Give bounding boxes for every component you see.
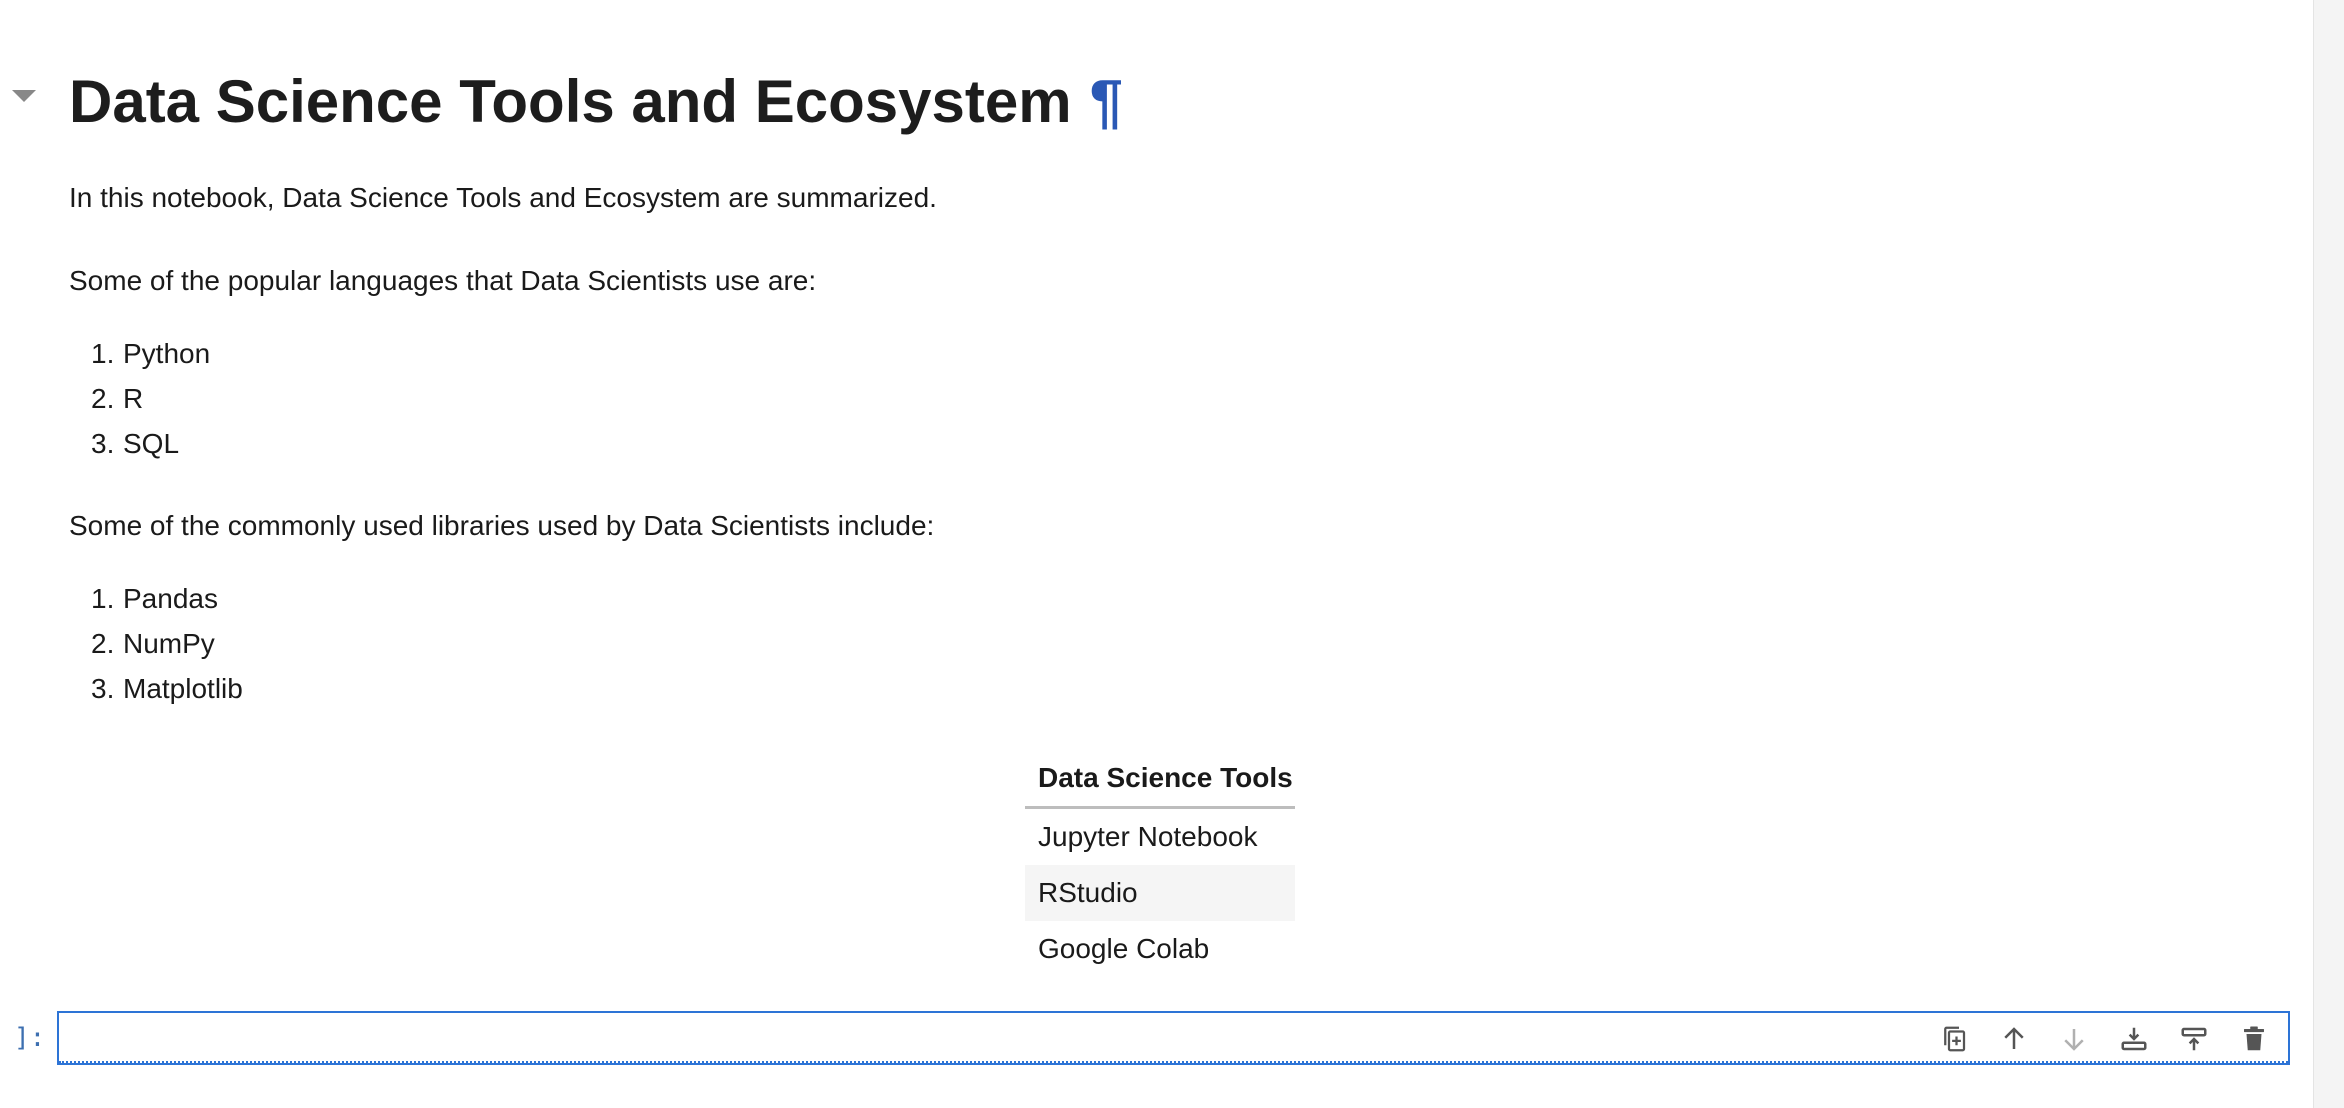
table-row: Google Colab [1038, 933, 1210, 964]
languages-list: 1. Python 2. R 3. SQL [91, 336, 210, 471]
duplicate-cell-icon [1944, 1026, 1966, 1052]
languages-intro: Some of the popular languages that Data … [69, 265, 817, 296]
list-item: 1. Python [91, 338, 211, 369]
move-up-icon [2004, 1027, 2024, 1049]
insert-above-button[interactable] [2174, 1021, 2214, 1057]
tools-table: Data Science Tools Jupyter Notebook RStu… [1025, 750, 1295, 977]
list-item: 3. Matplotlib [91, 673, 243, 704]
notebook-page: Data Science Tools and Ecosystem ¶ In thi… [0, 0, 2344, 1108]
heading-anchor-link[interactable]: ¶ [1090, 68, 1123, 135]
table-header: Data Science Tools [1025, 750, 1295, 809]
cell-toolbar [1934, 1021, 2274, 1057]
list-item: 2. R [91, 383, 144, 414]
code-cell-editor[interactable] [57, 1011, 2290, 1065]
delete-cell-button[interactable] [2234, 1021, 2274, 1057]
duplicate-cell-button[interactable] [1934, 1021, 1974, 1057]
table-row: RStudio [1025, 865, 1295, 921]
delete-icon [2244, 1026, 2264, 1051]
editor-underline [59, 1061, 2288, 1063]
scrollbar[interactable] [2313, 0, 2344, 1108]
collapse-heading-icon[interactable] [12, 90, 36, 102]
move-up-button[interactable] [1994, 1021, 2034, 1057]
move-down-icon [2064, 1029, 2084, 1051]
page-title: Data Science Tools and Ecosystem ¶ [69, 62, 1123, 142]
list-item: 2. NumPy [91, 628, 215, 659]
move-down-button[interactable] [2054, 1021, 2094, 1057]
heading-text: Data Science Tools and Ecosystem [69, 68, 1072, 135]
list-item: 3. SQL [91, 428, 180, 459]
input-prompt: ]: [14, 1023, 46, 1053]
intro-text: In this notebook, Data Science Tools and… [69, 182, 937, 213]
insert-below-icon [2121, 1027, 2147, 1051]
insert-above-icon [2181, 1027, 2207, 1051]
libraries-intro: Some of the commonly used libraries used… [69, 510, 935, 541]
libraries-list: 1. Pandas 2. NumPy 3. Matplotlib [91, 581, 243, 716]
table-row: Jupyter Notebook [1038, 821, 1258, 852]
list-item: 1. Pandas [91, 583, 218, 614]
insert-below-button[interactable] [2114, 1021, 2154, 1057]
